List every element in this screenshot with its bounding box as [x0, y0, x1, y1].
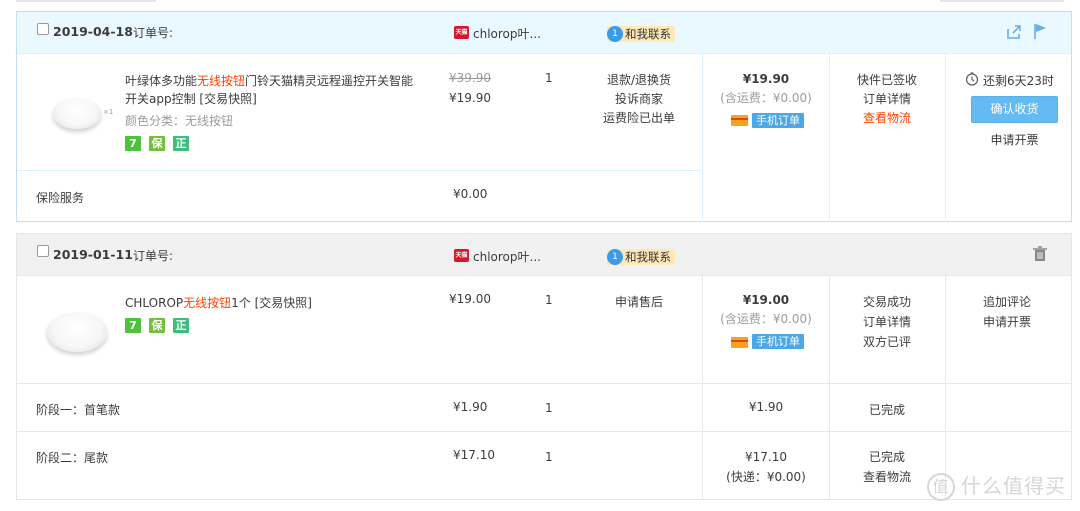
stage-label: 阶段二：尾款 [36, 451, 109, 465]
insurance-price: ¥0.00 [453, 187, 488, 201]
seven-day-return-icon: 7 [125, 318, 141, 333]
product-title-link[interactable]: CHLOROP无线按钮1个 [交易快照] [125, 294, 312, 311]
stage-quantity: 1 [545, 401, 553, 415]
order-actions: 追加评论 申请开票 [963, 292, 1051, 332]
chat-bubble-icon: 1 [607, 26, 623, 42]
both-reviewed: 双方已评 [862, 335, 911, 349]
complain-link[interactable]: 投诉商家 [589, 90, 689, 109]
trade-status: 交易成功 订单详情 双方已评 [829, 292, 945, 352]
total-amount: ¥19.00 [742, 293, 790, 307]
status-success: 交易成功 [862, 295, 911, 309]
stage-amount: ¥17.10 [745, 450, 787, 464]
view-logistics-link[interactable]: 查看物流 [829, 109, 945, 128]
status-signed: 快件已签收 [856, 73, 917, 87]
tmall-icon: 天猫 [454, 249, 469, 262]
order-number-label: 订单号: [133, 26, 174, 40]
mobile-order-tag: 手机订单 [752, 334, 804, 349]
seven-day-return-icon: 7 [125, 136, 141, 151]
product-title-highlight: 无线按钮 [183, 296, 232, 310]
add-review-link[interactable]: 追加评论 [963, 292, 1051, 312]
order-total: ¥19.90 (含运费：¥0.00) [703, 70, 829, 108]
authentic-icon: 正 [173, 136, 189, 151]
order-checkbox[interactable] [37, 23, 49, 35]
shipping-insurance-link[interactable]: 运费险已出单 [589, 109, 689, 128]
watermark-logo: 值 [927, 473, 955, 501]
guarantee-icon: 保 [149, 136, 165, 151]
unit-price: ¥19.00 [449, 292, 491, 306]
order-header: 2019-01-11 订单号: 天猫 chlorop叶... 1 和我联系 [17, 234, 1071, 276]
watermark: 值什么值得买 [927, 470, 1066, 501]
trash-icon[interactable] [1032, 245, 1048, 266]
shop-name-link[interactable]: chlorop叶... [473, 25, 541, 42]
order-header: 2019-04-18 订单号: 天猫 chlorop叶... 1 和我联系 [17, 12, 1071, 54]
unit-price: ¥19.90 [449, 91, 491, 105]
stage-amount: ¥1.90 [748, 400, 784, 414]
contact-label: 和我联系 [625, 27, 671, 41]
stage-status: 已完成 [868, 450, 905, 464]
order-total: ¥19.00 (含运费：¥0.00) [703, 291, 829, 329]
order-date: 2019-01-11 [53, 247, 133, 262]
product-image[interactable] [47, 312, 107, 352]
order-card: 2019-01-11 订单号: 天猫 chlorop叶... 1 和我联系 CH… [16, 233, 1072, 500]
total-amount: ¥19.90 [742, 72, 790, 86]
top-divider [0, 0, 1080, 4]
quantity: 1 [545, 71, 553, 85]
product-title-post: 1个 [交易快照] [231, 296, 312, 310]
refund-link[interactable]: 退款/退换货 [589, 71, 689, 90]
product-title-highlight: 无线按钮 [197, 74, 246, 88]
shipping-note: (含运费：¥0.00) [720, 312, 812, 326]
clock-icon [965, 72, 979, 89]
order-details-link[interactable]: 订单详情 [829, 312, 945, 332]
product-image[interactable] [53, 98, 101, 129]
tmall-icon: 天猫 [454, 26, 469, 39]
trade-status: 快件已签收 订单详情 查看物流 [829, 71, 945, 128]
mobile-order-tag: 手机订单 [752, 113, 804, 128]
contact-label: 和我联系 [625, 250, 671, 264]
share-icon[interactable] [1005, 23, 1023, 44]
guarantee-icon: 保 [149, 318, 165, 333]
contact-seller-button[interactable]: 1 和我联系 [607, 26, 675, 42]
stage-price: ¥17.10 [453, 448, 495, 462]
contact-seller-button[interactable]: 1 和我联系 [607, 249, 675, 265]
order-number-label: 订单号: [133, 249, 174, 263]
stage-price: ¥1.90 [453, 400, 488, 414]
stage-amount-note: (快递：¥0.00) [726, 470, 806, 484]
watermark-text: 什么值得买 [961, 473, 1066, 498]
product-title-pre: 叶绿体多功能 [125, 74, 198, 88]
confirm-receipt-button[interactable]: 确认收货 [971, 96, 1058, 123]
countdown-text: 还剩6天23时 [983, 74, 1054, 88]
product-title-post: 门铃天猫精灵远程遥控开关智能 [245, 74, 414, 88]
insurance-label: 保险服务 [36, 191, 85, 205]
flag-icon[interactable] [1032, 22, 1048, 43]
payment-card-icon [731, 115, 748, 126]
product-title-link[interactable]: 叶绿体多功能无线按钮门铃天猫精灵远程遥控开关智能 开关app控制 [交易快照] [125, 72, 413, 108]
payment-card-icon [731, 337, 748, 348]
stage-amount-block: ¥17.10 (快递：¥0.00) [703, 447, 829, 487]
authentic-icon: 正 [173, 318, 189, 333]
order-details-link[interactable]: 订单详情 [829, 90, 945, 109]
after-sale-links: 退款/退换货 投诉商家 运费险已出单 [589, 71, 689, 128]
stage-status: 已完成 [868, 403, 905, 417]
order-date: 2019-04-18 [53, 24, 133, 39]
invoice-link[interactable]: 申请开票 [971, 131, 1058, 148]
product-title-pre: CHLOROP [125, 296, 184, 310]
chat-bubble-icon: 1 [607, 249, 623, 265]
stage-label: 阶段一：首笔款 [36, 403, 121, 417]
product-title-line2: 开关app控制 [交易快照] [125, 92, 257, 106]
product-variant: 颜色分类：无线按钮 [125, 114, 234, 128]
original-price: ¥39.90 [449, 71, 491, 85]
quantity: 1 [545, 293, 553, 307]
quantity-mark: ×1 [103, 108, 114, 116]
stage-quantity: 1 [545, 450, 553, 464]
after-sale-link[interactable]: 申请售后 [589, 293, 689, 310]
shop-name-link[interactable]: chlorop叶... [473, 248, 541, 265]
order-checkbox[interactable] [37, 245, 49, 257]
order-card: 2019-04-18 订单号: 天猫 chlorop叶... 1 和我联系 ×1… [16, 11, 1072, 222]
shipping-note: (含运费：¥0.00) [720, 91, 812, 105]
invoice-link[interactable]: 申请开票 [963, 312, 1051, 332]
